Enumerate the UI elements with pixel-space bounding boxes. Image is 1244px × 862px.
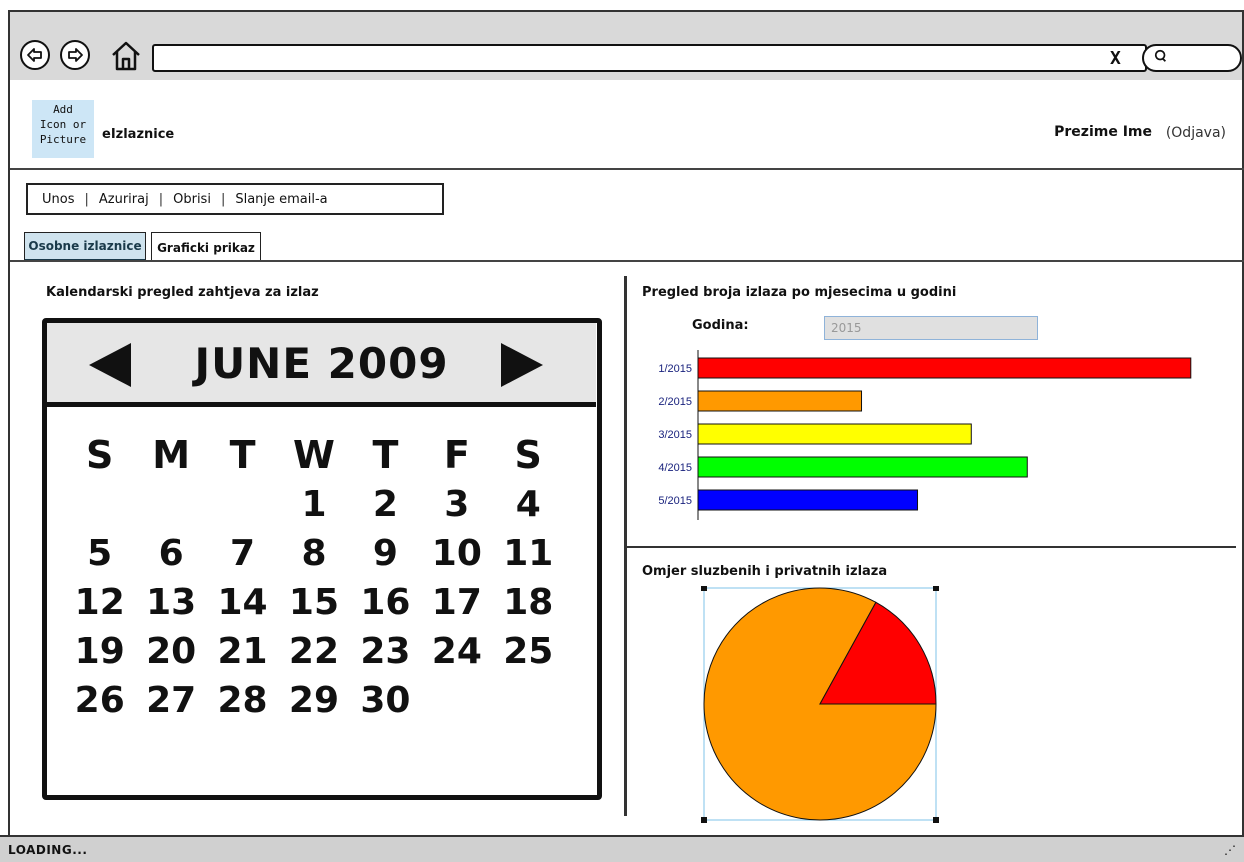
bar-chart-svg: 1/2015 2/2015 3/2015 4/2015 5/2015 — [658, 350, 1202, 533]
back-arrow-icon[interactable] — [20, 40, 50, 70]
calendar-day[interactable]: 2 — [350, 484, 421, 525]
calendar-day[interactable]: 13 — [135, 582, 206, 623]
calendar-panel-title: Kalendarski pregled zahtjeva za izlaz — [46, 285, 319, 300]
calendar-day[interactable]: 6 — [135, 533, 206, 574]
bar-category-label: 3/2015 — [658, 429, 692, 441]
clear-label: X — [1110, 48, 1121, 69]
resize-grip-icon[interactable]: ⋰ — [1224, 843, 1236, 857]
bar-category-label: 1/2015 — [658, 363, 692, 375]
year-label: Godina: — [692, 318, 749, 333]
bar-3-2015 — [697, 423, 972, 445]
bar-category-label: 2/2015 — [658, 396, 692, 408]
calendar-day[interactable]: 4 — [493, 484, 564, 525]
calendar-day[interactable]: 18 — [493, 582, 564, 623]
calendar-day[interactable]: 11 — [493, 533, 564, 574]
logo-placeholder: Add Icon or Picture — [32, 100, 94, 158]
logout-link[interactable]: (Odjava) — [1166, 125, 1226, 141]
calendar-day[interactable]: 14 — [207, 582, 278, 623]
bar-chart-title: Pregled broja izlaza po mjesecima u godi… — [642, 285, 957, 300]
calendar-week-row: 5 6 7 8 9 10 11 — [64, 529, 564, 578]
bar-5-2015 — [697, 489, 919, 511]
calendar-day[interactable]: 5 — [64, 533, 135, 574]
calendar-day[interactable]: 16 — [350, 582, 421, 623]
tab-graficki-prikaz[interactable]: Graficki prikaz — [151, 232, 261, 262]
calendar-week-row: 12 13 14 15 16 17 18 — [64, 578, 564, 627]
weekday-label: T — [229, 433, 256, 477]
calendar-day[interactable]: 12 — [64, 582, 135, 623]
header-divider — [10, 168, 1244, 170]
calendar-day[interactable]: 19 — [64, 631, 135, 672]
year-input[interactable]: 2015 — [824, 316, 1038, 340]
menu-item-unos[interactable]: Unos — [42, 192, 74, 207]
search-icon — [1154, 49, 1168, 67]
pie-chart-svg — [701, 585, 939, 823]
forward-arrow-icon[interactable] — [60, 40, 90, 70]
url-input[interactable] — [152, 44, 1147, 72]
calendar-day[interactable]: 3 — [421, 484, 492, 525]
bar-2-2015 — [697, 390, 863, 412]
bar-1-2015 — [697, 357, 1192, 379]
menu-separator: | — [84, 191, 89, 207]
resize-handle[interactable] — [701, 817, 707, 823]
menu-separator: | — [158, 191, 164, 207]
next-month-icon[interactable] — [499, 341, 545, 389]
status-text: LOADING... — [8, 843, 88, 857]
pie-chart — [700, 585, 940, 826]
calendar-grid: S M T W T F S 1 2 3 4 5 6 7 8 9 10 11 12 13 14 15 16 17 18 19 20 21… — [64, 430, 564, 725]
calendar-day[interactable]: 8 — [278, 533, 349, 574]
bar-category-label: 4/2015 — [658, 462, 692, 474]
status-bar: LOADING... ⋰ — [0, 835, 1244, 862]
calendar-day[interactable]: 28 — [207, 680, 278, 721]
home-icon[interactable] — [110, 39, 142, 73]
resize-handle[interactable] — [933, 585, 939, 591]
calendar-day[interactable]: 9 — [350, 533, 421, 574]
calendar-day[interactable]: 17 — [421, 582, 492, 623]
menu-item-azuriraj[interactable]: Azuriraj — [99, 192, 149, 207]
browser-toolbar: X — [8, 10, 1244, 80]
bar-category-label: 5/2015 — [658, 495, 692, 507]
calendar-day[interactable]: 24 — [421, 631, 492, 672]
weekday-label: F — [443, 433, 470, 477]
calendar-day[interactable]: 21 — [207, 631, 278, 672]
calendar-widget: JUNE 2009 S M T W T F S 1 2 3 4 5 6 7 8 9 10 11 12 13 14 15 16… — [42, 318, 602, 800]
weekday-label: W — [293, 433, 335, 477]
action-menu: Unos | Azuriraj | Obrisi | Slanje email-… — [26, 183, 444, 215]
calendar-day[interactable]: 29 — [278, 680, 349, 721]
app-window: Add Icon or Picture eIzlaznice Prezime I… — [8, 80, 1244, 835]
resize-handle[interactable] — [701, 585, 707, 591]
user-name: Prezime Ime — [1054, 124, 1152, 140]
calendar-day[interactable]: 27 — [135, 680, 206, 721]
calendar-day[interactable]: 10 — [421, 533, 492, 574]
calendar-day[interactable]: 23 — [350, 631, 421, 672]
menu-separator: | — [220, 191, 226, 207]
calendar-day[interactable]: 30 — [350, 680, 421, 721]
weekday-label: M — [152, 433, 191, 477]
bar-chart: 1/2015 2/2015 3/2015 4/2015 5/2015 — [640, 350, 1210, 533]
calendar-week-row: 19 20 21 22 23 24 25 — [64, 627, 564, 676]
clear-url-button[interactable]: X — [1110, 48, 1121, 69]
resize-handle[interactable] — [933, 817, 939, 823]
calendar-day[interactable]: 15 — [278, 582, 349, 623]
tab-divider — [10, 260, 1244, 262]
weekday-label: S — [86, 433, 114, 477]
calendar-day[interactable]: 20 — [135, 631, 206, 672]
calendar-day[interactable]: 7 — [207, 533, 278, 574]
calendar-day[interactable]: 1 — [278, 484, 349, 525]
menu-item-obrisi[interactable]: Obrisi — [173, 192, 211, 207]
calendar-day[interactable]: 25 — [493, 631, 564, 672]
weekday-row: SMTWTFS — [64, 430, 564, 480]
tab-osobne-izlaznice[interactable]: Osobne izlaznice — [24, 232, 146, 262]
bar-4-2015 — [697, 456, 1028, 478]
weekday-label: T — [372, 433, 399, 477]
panel-divider-horizontal — [627, 546, 1236, 548]
app-title: eIzlaznice — [102, 127, 175, 142]
calendar-header: JUNE 2009 — [47, 323, 596, 407]
calendar-week-row: 26 27 28 29 30 — [64, 676, 564, 725]
calendar-day[interactable]: 22 — [278, 631, 349, 672]
pie-chart-title: Omjer sluzbenih i privatnih izlaza — [642, 564, 888, 579]
weekday-label: S — [514, 433, 542, 477]
search-input[interactable] — [1142, 44, 1242, 72]
menu-item-slanje-email[interactable]: Slanje email-a — [235, 192, 327, 207]
calendar-day[interactable]: 26 — [64, 680, 135, 721]
